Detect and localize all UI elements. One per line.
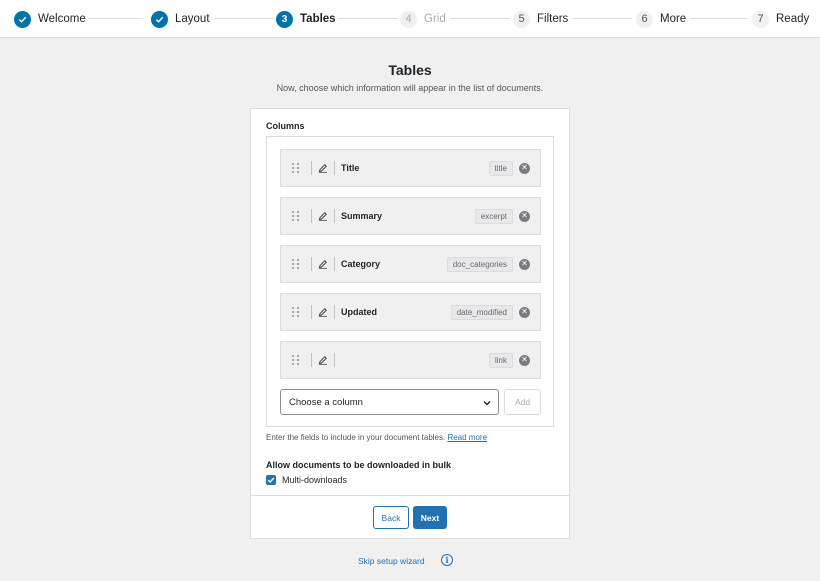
step-connector <box>572 18 632 19</box>
step-label: Layout <box>175 13 210 25</box>
column-row: Title title ✕ <box>280 149 541 187</box>
card-footer: Back Next <box>251 495 569 539</box>
column-title: Summary <box>341 211 383 221</box>
step-welcome[interactable]: Welcome <box>14 10 86 28</box>
step-label: Grid <box>424 13 446 25</box>
remove-circle-icon[interactable]: ✕ <box>519 210 530 222</box>
divider <box>334 305 335 319</box>
step-connector <box>450 18 510 19</box>
step-number: 3 <box>276 10 293 28</box>
step-label: Filters <box>537 13 569 25</box>
read-more-link[interactable]: Read more <box>447 433 487 442</box>
step-label: Tables <box>300 13 336 25</box>
columns-list: Title title ✕ Summary excerpt ✕ Category… <box>266 136 554 427</box>
back-button[interactable]: Back <box>373 506 409 529</box>
help-text-body: Enter the fields to include in your docu… <box>266 433 446 442</box>
help-text: Enter the fields to include in your docu… <box>266 433 487 442</box>
column-key: doc_categories <box>446 256 513 272</box>
column-select[interactable]: Choose a column <box>280 389 499 415</box>
chevron-down-icon <box>483 401 491 406</box>
multi-downloads-option[interactable]: Multi-downloads <box>266 475 347 485</box>
column-row: Category doc_categories ✕ <box>280 245 541 283</box>
page-title: Tables <box>388 62 432 78</box>
step-grid: 4 Grid <box>400 10 446 28</box>
column-row: Updated date_modified ✕ <box>280 293 541 331</box>
step-label: More <box>660 13 687 25</box>
column-key: title <box>488 160 513 176</box>
drag-handle-icon[interactable] <box>281 198 311 234</box>
remove-circle-icon[interactable]: ✕ <box>519 258 530 270</box>
step-filters[interactable]: 5 Filters <box>513 10 568 28</box>
remove-circle-icon[interactable]: ✕ <box>519 306 530 318</box>
column-row: Summary excerpt ✕ <box>280 197 541 235</box>
drag-handle-icon[interactable] <box>281 294 311 330</box>
drag-handle-icon[interactable] <box>281 246 311 282</box>
drag-handle-icon[interactable] <box>281 150 311 186</box>
add-column-button[interactable]: Add <box>504 389 541 415</box>
step-ready[interactable]: 7 Ready <box>752 10 809 28</box>
step-label: Ready <box>776 13 810 25</box>
step-tables[interactable]: 3 Tables <box>276 10 336 28</box>
bulk-download-label: Allow documents to be downloaded in bulk <box>266 460 452 470</box>
columns-label: Columns <box>266 121 305 131</box>
column-title: Category <box>341 259 381 269</box>
step-layout[interactable]: Layout <box>151 10 210 28</box>
pencil-icon[interactable] <box>312 211 334 221</box>
step-connector <box>88 18 143 19</box>
column-key: date_modified <box>450 304 513 320</box>
skip-setup-link[interactable]: Skip setup wizard <box>358 556 425 566</box>
step-connector <box>338 18 398 19</box>
step-more[interactable]: 6 More <box>636 10 686 28</box>
pencil-icon[interactable] <box>312 259 334 269</box>
column-title: Title <box>341 163 360 173</box>
page-subtitle: Now, choose which information will appea… <box>276 83 544 93</box>
checkmark-icon <box>267 477 275 484</box>
step-number: 7 <box>752 10 769 28</box>
step-number: 5 <box>513 10 530 28</box>
pencil-icon[interactable] <box>312 307 334 317</box>
column-key: link <box>488 352 513 368</box>
multi-downloads-label: Multi-downloads <box>282 475 348 485</box>
remove-circle-icon[interactable]: ✕ <box>519 354 530 366</box>
divider <box>334 353 335 367</box>
step-number: 6 <box>636 10 653 28</box>
check-icon <box>14 10 31 28</box>
step-number: 4 <box>400 10 417 28</box>
step-connector <box>214 18 274 19</box>
pencil-icon[interactable] <box>312 163 334 173</box>
setup-stepper: Welcome Layout 3 Tables 4 Grid 5 Filters… <box>0 0 820 38</box>
info-icon[interactable]: i <box>441 554 453 566</box>
divider <box>334 209 335 223</box>
divider <box>334 161 335 175</box>
column-row: link ✕ <box>280 341 541 379</box>
step-connector <box>690 18 748 19</box>
check-icon <box>151 10 168 28</box>
tables-card: Columns Title title ✕ Summary excerpt ✕ … <box>250 108 570 539</box>
column-title: Updated <box>341 307 377 317</box>
divider <box>334 257 335 271</box>
remove-circle-icon[interactable]: ✕ <box>519 162 530 174</box>
step-label: Welcome <box>38 13 86 25</box>
pencil-icon[interactable] <box>312 355 334 365</box>
multi-downloads-checkbox[interactable] <box>266 475 276 485</box>
drag-handle-icon[interactable] <box>281 342 311 378</box>
next-button[interactable]: Next <box>413 506 447 529</box>
column-select-value: Choose a column <box>289 396 363 408</box>
column-key: excerpt <box>474 208 513 224</box>
